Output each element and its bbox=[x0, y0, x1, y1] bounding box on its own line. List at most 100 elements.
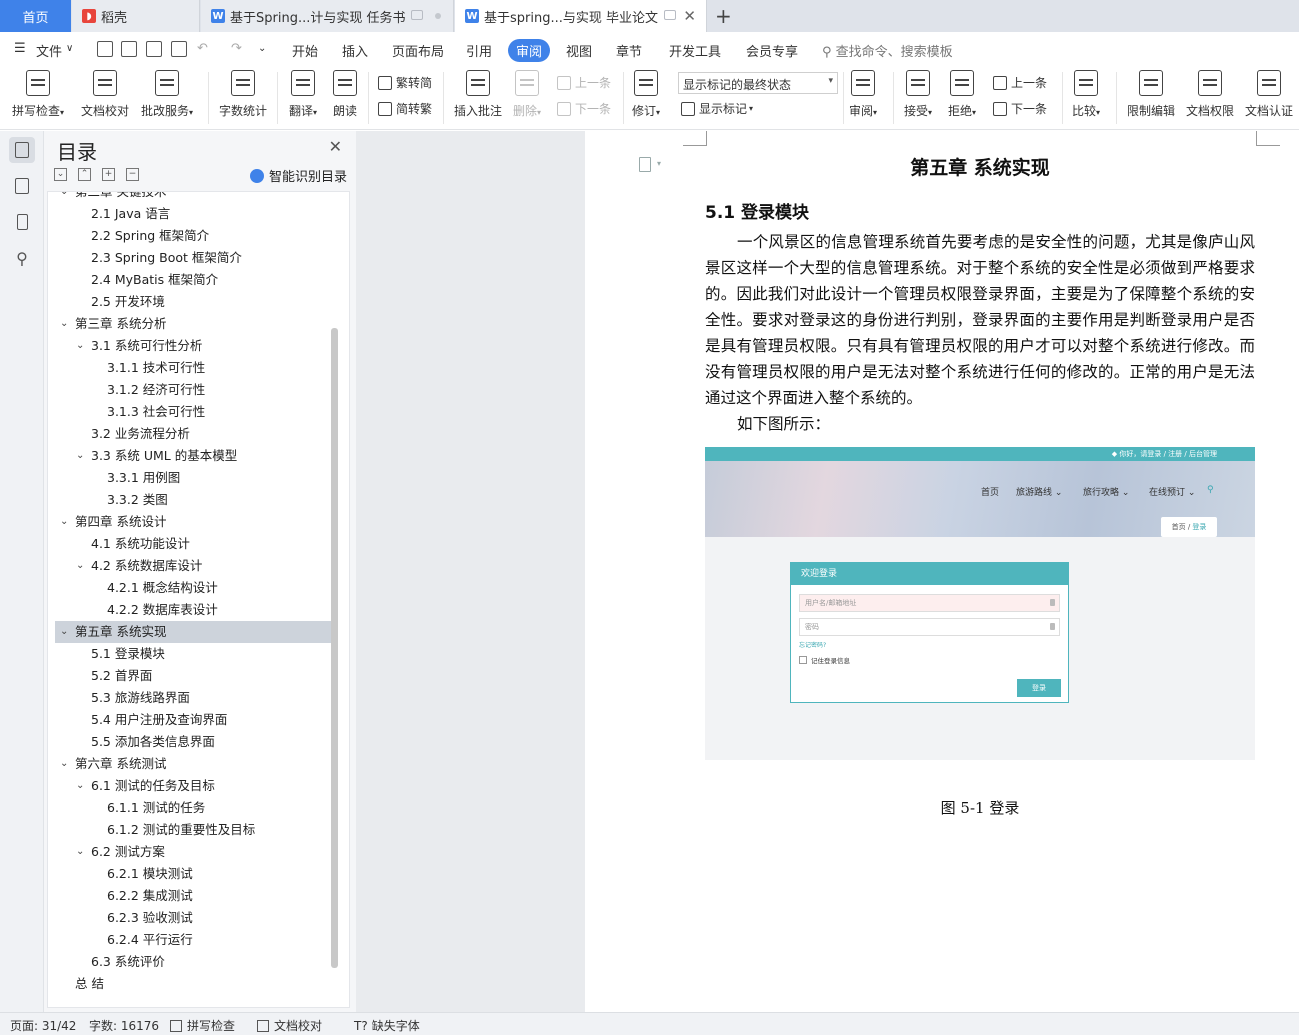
toc-item[interactable]: 6.2.2 集成测试 bbox=[55, 885, 331, 907]
chevron-down-icon[interactable]: ⌄ bbox=[60, 621, 68, 643]
spell-check-button[interactable]: 拼写检查▾ bbox=[12, 70, 64, 119]
menu-references[interactable]: 引用 bbox=[466, 41, 492, 60]
menu-section[interactable]: 章节 bbox=[616, 41, 642, 60]
toc-item[interactable]: ⌄ 3.3 系统 UML 的基本模型 bbox=[55, 445, 331, 467]
menu-view[interactable]: 视图 bbox=[566, 41, 592, 60]
chevron-down-icon[interactable]: ⌄ bbox=[60, 753, 68, 775]
status-missing-font[interactable]: T? 缺失字体 bbox=[354, 1017, 420, 1034]
toc-item[interactable]: 6.1.1 测试的任务 bbox=[55, 797, 331, 819]
revise-button[interactable]: 修订▾ bbox=[632, 70, 660, 119]
review-pane-button[interactable]: 审阅▾ bbox=[849, 70, 877, 119]
smart-toc-button[interactable]: 智能识别目录 bbox=[249, 166, 347, 185]
toc-item[interactable]: 4.1 系统功能设计 bbox=[55, 533, 331, 555]
toc-item[interactable]: 5.2 首界面 bbox=[55, 665, 331, 687]
chevron-down-icon[interactable]: ⌄ bbox=[76, 775, 84, 797]
close-icon[interactable]: ✕ bbox=[329, 137, 342, 156]
page-layout-icon[interactable] bbox=[639, 157, 651, 172]
toc-item[interactable]: 6.2.3 验收测试 bbox=[55, 907, 331, 929]
window-icon[interactable] bbox=[411, 10, 423, 20]
toc-item[interactable]: 5.1 登录模块 bbox=[55, 643, 331, 665]
menu-developer[interactable]: 开发工具 bbox=[669, 41, 721, 60]
translate-button[interactable]: 翻译▾ bbox=[289, 70, 317, 119]
status-doc-proof[interactable]: 文档校对 bbox=[257, 1017, 322, 1034]
word-count-button[interactable]: 字数统计 bbox=[219, 70, 267, 119]
chapter-pane-button[interactable] bbox=[9, 173, 35, 199]
chevron-down-icon[interactable]: ⌄ bbox=[76, 445, 84, 467]
toc-item[interactable]: 5.3 旅游线路界面 bbox=[55, 687, 331, 709]
toc-item[interactable]: ⌄ 3.1 系统可行性分析 bbox=[55, 335, 331, 357]
compare-button[interactable]: 比较▾ bbox=[1072, 70, 1100, 119]
chevron-down-icon[interactable]: ⌄ bbox=[60, 192, 68, 203]
toc-item[interactable]: 3.3.1 用例图 bbox=[55, 467, 331, 489]
toc-item[interactable]: 3.1.1 技术可行性 bbox=[55, 357, 331, 379]
bookmark-pane-button[interactable] bbox=[9, 209, 35, 235]
toc-item[interactable]: 4.2.2 数据库表设计 bbox=[55, 599, 331, 621]
tab-task-doc[interactable]: W 基于Spring...计与实现 任务书 bbox=[201, 0, 454, 32]
tab-home[interactable]: 首页 bbox=[0, 0, 71, 32]
new-tab-icon[interactable]: + bbox=[715, 4, 732, 28]
next-comment-button[interactable]: 下一条 bbox=[557, 100, 611, 117]
toc-item[interactable]: 2.2 Spring 框架简介 bbox=[55, 225, 331, 247]
close-tab-icon[interactable]: ✕ bbox=[683, 7, 696, 25]
chevron-down-icon[interactable]: ⌄ bbox=[60, 313, 68, 335]
save-icon[interactable] bbox=[97, 41, 113, 57]
menu-file[interactable]: 文件 bbox=[36, 41, 62, 60]
chevron-down-icon[interactable]: ▾ bbox=[657, 159, 661, 168]
toc-item[interactable]: 5.5 添加各类信息界面 bbox=[55, 731, 331, 753]
markup-state-select[interactable]: 显示标记的最终状态 ▾ bbox=[678, 72, 838, 94]
print-icon[interactable] bbox=[146, 41, 162, 57]
window-icon[interactable] bbox=[664, 10, 676, 20]
quick-access-dropdown-icon[interactable]: ⌄ bbox=[258, 43, 266, 54]
show-markup-button[interactable]: 显示标记 ▾ bbox=[681, 100, 753, 117]
page-indicator[interactable]: 页面: 31/42 bbox=[10, 1017, 76, 1034]
undo-icon[interactable]: ↶ bbox=[197, 41, 208, 56]
tab-thesis-doc[interactable]: W 基于spring...与实现 毕业论文 ✕ bbox=[455, 0, 707, 32]
toc-item[interactable]: 3.2 业务流程分析 bbox=[55, 423, 331, 445]
toc-item[interactable]: ⌄ 6.2 测试方案 bbox=[55, 841, 331, 863]
prev-comment-button[interactable]: 上一条 bbox=[557, 74, 611, 91]
menu-member[interactable]: 会员专享 bbox=[746, 41, 798, 60]
chevron-down-icon[interactable]: ∨ bbox=[66, 43, 73, 54]
toc-item[interactable]: ⌄ 第四章 系统设计 bbox=[55, 511, 331, 533]
status-spell-check[interactable]: 拼写检查 bbox=[170, 1017, 235, 1034]
toc-item[interactable]: 4.2.1 概念结构设计 bbox=[55, 577, 331, 599]
toc-item[interactable]: 5.4 用户注册及查询界面 bbox=[55, 709, 331, 731]
doc-certify-button[interactable]: 文档认证 bbox=[1245, 70, 1293, 119]
toc-item[interactable]: 总 结 bbox=[55, 973, 331, 995]
toc-item[interactable]: ⌄ 第二章 关键技术 bbox=[55, 192, 331, 203]
doc-permission-button[interactable]: 文档权限 bbox=[1186, 70, 1234, 119]
toc-item[interactable]: ⌄ 第三章 系统分析 bbox=[55, 313, 331, 335]
chevron-down-icon[interactable]: ⌄ bbox=[76, 841, 84, 863]
toc-pane-button[interactable] bbox=[9, 137, 35, 163]
restrict-edit-button[interactable]: 限制编辑 bbox=[1127, 70, 1175, 119]
menu-insert[interactable]: 插入 bbox=[342, 41, 368, 60]
tab-docer[interactable]: ◗ 稻壳 bbox=[72, 0, 200, 32]
toc-item[interactable]: 6.2.4 平行运行 bbox=[55, 929, 331, 951]
toc-item[interactable]: 6.1.2 测试的重要性及目标 bbox=[55, 819, 331, 841]
toc-item[interactable]: 2.1 Java 语言 bbox=[55, 203, 331, 225]
accept-button[interactable]: 接受▾ bbox=[904, 70, 932, 119]
toc-item[interactable]: 3.3.2 类图 bbox=[55, 489, 331, 511]
toc-item[interactable]: 3.1.3 社会可行性 bbox=[55, 401, 331, 423]
toc-item[interactable]: ⌄ 第五章 系统实现 bbox=[55, 621, 331, 643]
menu-review[interactable]: 审阅 bbox=[508, 39, 551, 62]
chevron-down-icon[interactable]: ⌄ bbox=[76, 335, 84, 357]
toc-item[interactable]: 6.2.1 模块测试 bbox=[55, 863, 331, 885]
delete-comment-button[interactable]: 删除▾ bbox=[513, 70, 541, 119]
next-change-button[interactable]: 下一条 bbox=[993, 100, 1047, 117]
expand-all-icon[interactable]: ⌄ bbox=[54, 168, 67, 181]
insert-comment-button[interactable]: 插入批注 bbox=[454, 70, 502, 119]
trad-to-simp-button[interactable]: 繁转简 bbox=[378, 74, 432, 91]
hamburger-icon[interactable]: ☰ bbox=[14, 41, 26, 56]
simp-to-trad-button[interactable]: 简转繁 bbox=[378, 100, 432, 117]
toc-scrollbar[interactable] bbox=[331, 328, 338, 968]
redo-icon[interactable]: ↷ bbox=[231, 41, 242, 56]
collapse-all-icon[interactable]: ⌃ bbox=[78, 168, 91, 181]
export-icon[interactable] bbox=[121, 41, 137, 57]
remove-heading-icon[interactable]: − bbox=[126, 168, 139, 181]
toc-item[interactable]: 2.3 Spring Boot 框架简介 bbox=[55, 247, 331, 269]
add-heading-icon[interactable]: + bbox=[102, 168, 115, 181]
read-aloud-button[interactable]: 朗读 bbox=[333, 70, 357, 119]
print-preview-icon[interactable] bbox=[171, 41, 187, 57]
doc-proof-button[interactable]: 文档校对 bbox=[81, 70, 129, 119]
